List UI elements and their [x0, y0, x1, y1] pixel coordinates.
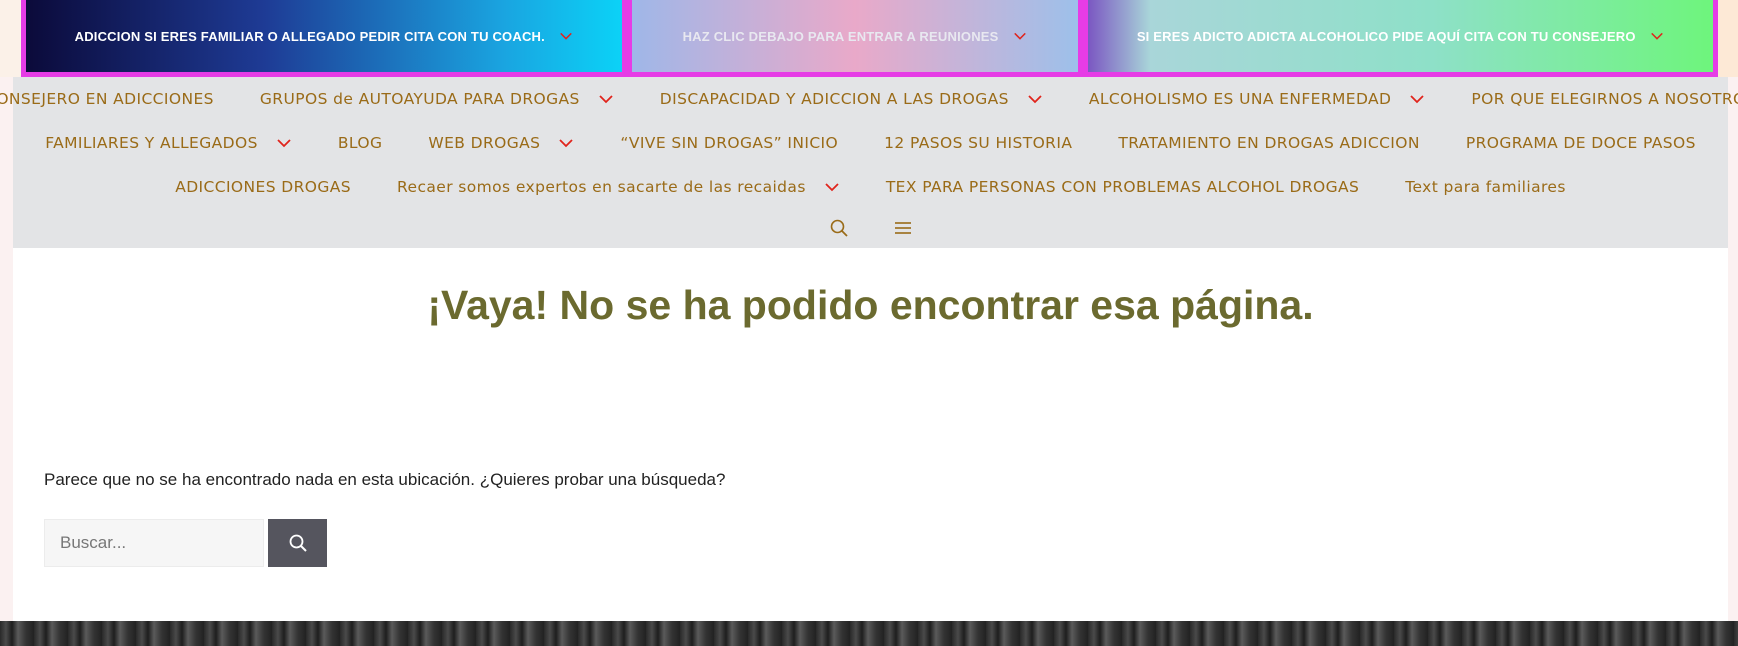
nav-item[interactable]: TEX PARA PERSONAS CON PROBLEMAS ALCOHOL …: [863, 178, 1382, 196]
promo-bg-right: [1718, 0, 1738, 77]
nav-item-label: FAMILIARES Y ALLEGADOS: [45, 134, 258, 152]
main-navigation: CONSEJERO EN ADICCIONES GRUPOS de AUTOAYU…: [0, 77, 1738, 248]
promo-bar: ADICCION SI ERES FAMILIAR O ALLEGADO PED…: [21, 0, 1718, 77]
nav-item[interactable]: PROGRAMA DE DOCE PASOS: [1443, 134, 1719, 152]
nav-item[interactable]: 12 PASOS SU HISTORIA: [861, 134, 1095, 152]
chevron-down-icon: [559, 139, 574, 148]
search-icon[interactable]: [829, 218, 849, 238]
nav-item-label: DISCAPACIDAD Y ADICCION A LAS DROGAS: [659, 90, 1009, 108]
nav-item-label: POR QUE ELEGIRNOS A NOSOTROS: [1471, 90, 1738, 108]
nav-item[interactable]: BLOG: [315, 134, 406, 152]
nav-item-label: CONSEJERO EN ADICCIONES: [0, 90, 214, 108]
nav-item[interactable]: Recaer somos expertos en sacarte de las …: [374, 178, 863, 196]
nav-item-label: TEX PARA PERSONAS CON PROBLEMAS ALCOHOL …: [885, 178, 1360, 196]
menu-icon[interactable]: [893, 218, 913, 238]
nav-row: CONSEJERO EN ADICCIONES GRUPOS de AUTOAYU…: [0, 90, 1738, 108]
nav-item[interactable]: WEB DROGAS: [405, 134, 597, 152]
search-button[interactable]: [268, 519, 327, 567]
nav-item-label: PROGRAMA DE DOCE PASOS: [1465, 134, 1696, 152]
promo-bg-left: [0, 0, 21, 77]
nav-item[interactable]: “VIVE SIN DROGAS” INICIO: [597, 134, 861, 152]
nav-item-label: 12 PASOS SU HISTORIA: [884, 134, 1073, 152]
nav-item-label: WEB DROGAS: [428, 134, 541, 152]
nav-item[interactable]: Text para familiares: [1382, 178, 1589, 196]
nav-icons-row: [13, 218, 1728, 238]
chevron-down-icon: [1650, 32, 1663, 40]
promo-consejero[interactable]: SI ERES ADICTO ADICTA ALCOHOLICO PIDE AQ…: [1087, 0, 1714, 72]
nav-item[interactable]: GRUPOS de AUTOAYUDA PARA DROGAS: [237, 90, 637, 108]
nav-item[interactable]: DISCAPACIDAD Y ADICCION A LAS DROGAS: [637, 90, 1066, 108]
promo-label: ADICCION SI ERES FAMILIAR O ALLEGADO PED…: [74, 28, 545, 44]
chevron-down-icon: [599, 95, 613, 104]
page-title: ¡Vaya! No se ha podido encontrar esa pág…: [427, 282, 1314, 328]
nav-item-label: ALCOHOLISMO ES UNA ENFERMEDAD: [1088, 90, 1392, 108]
nav-item[interactable]: ALCOHOLISMO ES UNA ENFERMEDAD: [1066, 90, 1449, 108]
chevron-down-icon: [1410, 95, 1425, 104]
nav-item[interactable]: FAMILIARES Y ALLEGADOS: [22, 134, 315, 152]
nav-item[interactable]: CONSEJERO EN ADICCIONES: [0, 90, 237, 108]
chevron-down-icon: [825, 183, 839, 192]
chevron-down-icon: [1013, 32, 1026, 40]
nav-item-label: Text para familiares: [1405, 178, 1566, 196]
nav-item-label: “VIVE SIN DROGAS” INICIO: [620, 134, 839, 152]
nav-item-label: TRATAMIENTO EN DROGAS ADICCION: [1118, 134, 1420, 152]
promo-reuniones[interactable]: HAZ CLIC DEBAJO PARA ENTRAR A REUNIONES: [631, 0, 1078, 72]
nav-item-label: GRUPOS de AUTOAYUDA PARA DROGAS: [259, 90, 580, 108]
chevron-down-icon: [560, 32, 572, 40]
nav-item[interactable]: TRATAMIENTO EN DROGAS ADICCION: [1095, 134, 1443, 152]
chevron-down-icon: [1028, 95, 1042, 104]
main-content: ¡Vaya! No se ha podido encontrar esa pág…: [13, 248, 1728, 621]
chevron-down-icon: [277, 139, 291, 148]
footer-strip: [0, 621, 1738, 646]
promo-label: HAZ CLIC DEBAJO PARA ENTRAR A REUNIONES: [682, 28, 999, 44]
search-input[interactable]: [44, 519, 264, 567]
not-found-message: Parece que no se ha encontrado nada en e…: [44, 470, 726, 489]
nav-row: ADICCIONES DROGAS Recaer somos expertos e…: [13, 178, 1728, 196]
promo-coach-familiar[interactable]: ADICCION SI ERES FAMILIAR O ALLEGADO PED…: [26, 0, 622, 72]
nav-item[interactable]: POR QUE ELEGIRNOS A NOSOTROS: [1448, 90, 1738, 108]
search-icon: [289, 534, 307, 552]
nav-item-label: BLOG: [337, 134, 383, 152]
nav-item-label: Recaer somos expertos en sacarte de las …: [397, 178, 806, 196]
nav-item-label: ADICCIONES DROGAS: [175, 178, 352, 196]
nav-item[interactable]: ADICCIONES DROGAS: [152, 178, 374, 196]
nav-row: FAMILIARES Y ALLEGADOS BLOG WEB DROGAS “VIV…: [13, 134, 1728, 152]
promo-label: SI ERES ADICTO ADICTA ALCOHOLICO PIDE AQ…: [1136, 28, 1636, 44]
